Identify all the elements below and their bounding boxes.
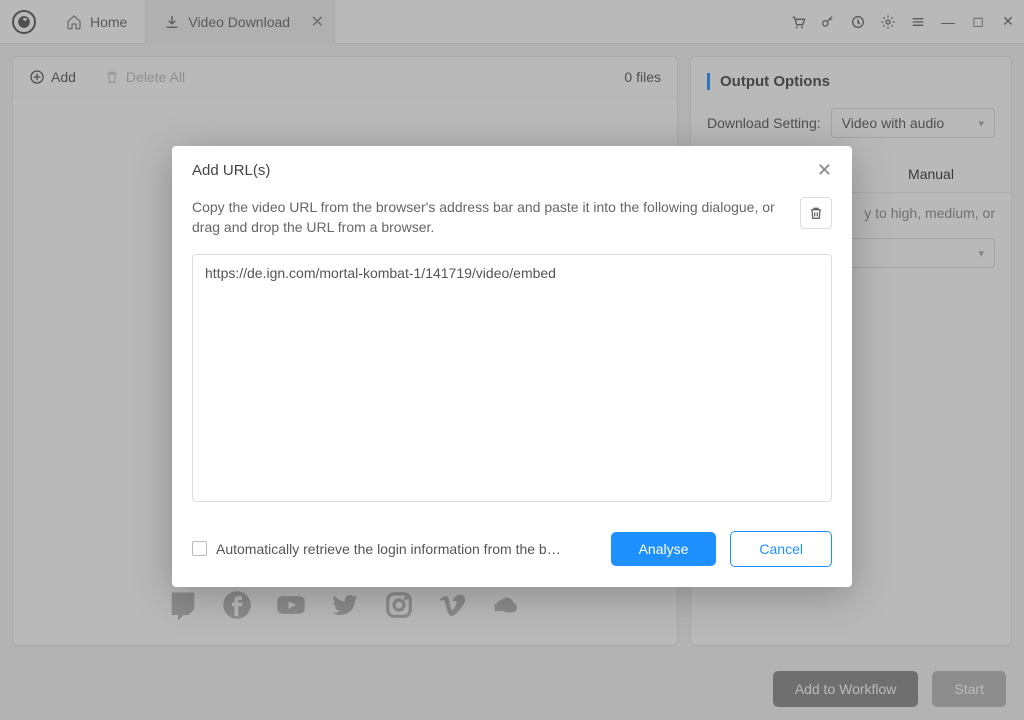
trash-icon [808, 205, 824, 221]
modal-description: Copy the video URL from the browser's ad… [192, 197, 788, 238]
checkbox-icon [192, 541, 207, 556]
add-url-modal: Add URL(s) ✕ Copy the video URL from the… [172, 146, 852, 587]
cancel-button[interactable]: Cancel [730, 531, 832, 567]
auto-login-label: Automatically retrieve the login informa… [216, 541, 561, 557]
clear-urls-button[interactable] [800, 197, 832, 229]
modal-close-icon[interactable]: ✕ [817, 160, 832, 181]
analyse-button[interactable]: Analyse [611, 532, 717, 566]
modal-header: Add URL(s) ✕ [172, 146, 852, 191]
modal-footer: Automatically retrieve the login informa… [172, 525, 852, 587]
modal-title: Add URL(s) [192, 162, 270, 179]
url-textarea[interactable] [192, 254, 832, 502]
modal-body: Copy the video URL from the browser's ad… [172, 191, 852, 525]
auto-login-checkbox[interactable]: Automatically retrieve the login informa… [192, 541, 597, 557]
